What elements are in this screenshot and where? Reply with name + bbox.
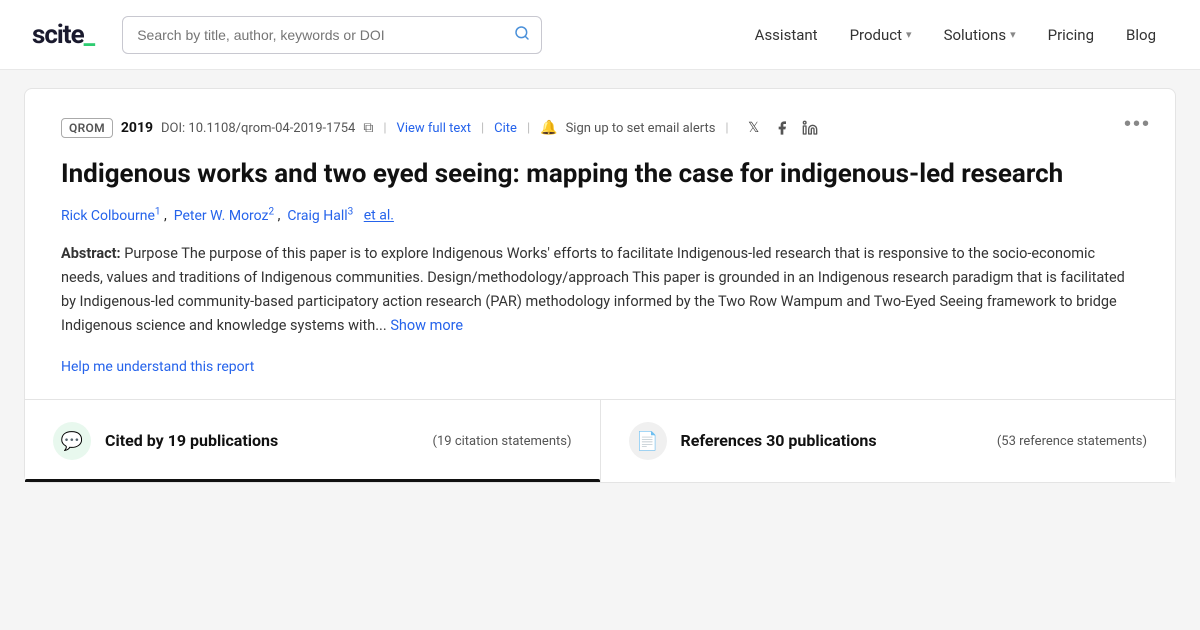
cited-by-text: Cited by 19 publications [105,431,278,452]
journal-badge: QROM [61,118,113,138]
alert-text: Sign up to set email alerts [566,121,716,136]
nav-solutions[interactable]: Solutions ▾ [932,18,1028,52]
help-report-link[interactable]: Help me understand this report [61,359,254,375]
tabs-row: 💬 Cited by 19 publications (19 citation … [25,399,1175,482]
cited-by-label: Cited by 19 publications [105,431,278,452]
references-label: References 30 publications [681,431,877,452]
references-count-text: (53 reference statements) [997,434,1147,449]
separator-2: | [481,121,484,136]
show-more-link[interactable]: Show more [390,317,463,334]
search-icon [514,25,530,45]
facebook-icon[interactable] [771,117,793,139]
solutions-chevron-icon: ▾ [1010,28,1016,41]
paper-card: ••• QROM 2019 DOI: 10.1108/qrom-04-2019-… [24,88,1176,483]
twitter-icon[interactable]: 𝕏 [743,117,765,139]
more-options-button[interactable]: ••• [1124,113,1151,136]
cite-link[interactable]: Cite [494,121,517,136]
nav-pricing[interactable]: Pricing [1036,18,1106,52]
doi-text: DOI: 10.1108/qrom-04-2019-1754 [161,121,355,136]
cited-by-count-text: (19 citation statements) [433,434,572,449]
nav-assistant[interactable]: Assistant [743,18,830,52]
author-1[interactable]: Rick Colbourne1 [61,208,164,224]
references-icon: 📄 [629,422,667,460]
navbar: scite_ Assistant Product ▾ Solutions ▾ P… [0,0,1200,70]
paper-title: Indigenous works and two eyed seeing: ma… [61,157,1139,192]
references-count: (53 reference statements) [997,431,1147,451]
year-badge: 2019 [121,120,153,136]
author-3[interactable]: Craig Hall3 [287,208,356,224]
site-logo[interactable]: scite_ [32,20,94,50]
nav-product[interactable]: Product ▾ [838,18,924,52]
et-al-link[interactable]: et al. [364,208,394,224]
author-2[interactable]: Peter W. Moroz2 [174,208,278,224]
abstract-body: Purpose The purpose of this paper is to … [61,245,1125,334]
product-chevron-icon: ▾ [906,28,912,41]
view-full-text-link[interactable]: View full text [397,121,471,136]
social-icons: 𝕏 [743,117,821,139]
search-wrap [122,16,542,54]
logo-underscore: _ [84,20,95,50]
nav-links: Assistant Product ▾ Solutions ▾ Pricing … [743,18,1168,52]
meta-bar: QROM 2019 DOI: 10.1108/qrom-04-2019-1754… [61,117,1139,139]
tab-references[interactable]: 📄 References 30 publications (53 referen… [601,400,1176,482]
nav-blog[interactable]: Blog [1114,18,1168,52]
copy-doi-icon[interactable]: ⧉ [363,120,373,136]
cited-by-icon: 💬 [53,422,91,460]
separator-4: | [725,121,728,136]
cited-by-count: (19 citation statements) [433,431,572,451]
tab-cited-by[interactable]: 💬 Cited by 19 publications (19 citation … [25,400,601,482]
references-text: References 30 publications [681,431,877,452]
abstract-label: Abstract: [61,245,121,262]
search-input[interactable] [122,16,542,54]
linkedin-icon[interactable] [799,117,821,139]
bell-icon: 🔔 [540,120,557,136]
separator-1: | [383,121,386,136]
abstract-text: Abstract: Purpose The purpose of this pa… [61,242,1139,338]
authors-list: Rick Colbourne1 , Peter W. Moroz2 , Crai… [61,206,1139,224]
separator-3: | [527,121,530,136]
